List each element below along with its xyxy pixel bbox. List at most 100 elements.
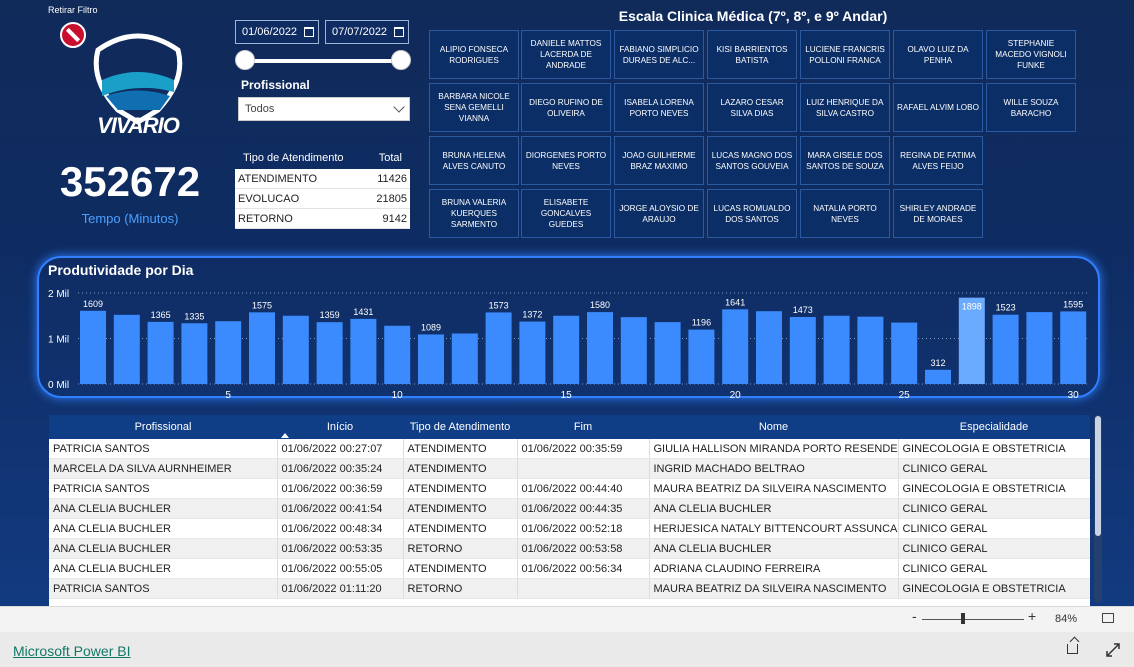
column-header-label: Especialidade [959, 421, 1029, 433]
bar-data-label: 1365 [151, 310, 171, 320]
column-header[interactable]: Especialidade [898, 415, 1090, 439]
table-cell: 01/06/2022 00:53:35 [277, 538, 404, 559]
bar-data-label: 1335 [184, 311, 204, 321]
table-row[interactable]: ANA CLELIA BUCHLER 01/06/2022 00:41:54 ATE… [49, 498, 1090, 519]
bar-data-label: 1573 [489, 300, 509, 310]
table-cell: 01/06/2022 00:27:07 [277, 439, 404, 459]
table-cell: ATENDIMENTO [403, 498, 518, 519]
table-cell: HERIJESICA NATALY BITTENCOURT ASSUNCAO [649, 518, 899, 539]
zoom-slider-thumb[interactable] [961, 613, 965, 624]
table-cell: ANA CLELIA BUCHLER [649, 498, 899, 519]
produtividade-chart: 0 Mil 1 Mil 2 Mil 1609 1365 1335 1575 1359 1431 1… [48, 289, 1090, 401]
table-row[interactable]: ANA CLELIA BUCHLER 01/06/2022 00:53:35 RET… [49, 538, 1090, 559]
bar-day-2 [113, 314, 140, 384]
table-cell: CLINICO GERAL [898, 538, 1090, 559]
bar-data-label: 1372 [522, 310, 542, 320]
table-cell: ADRIANA CLAUDINO FERREIRA [649, 558, 899, 579]
bar-day-5 [215, 321, 242, 384]
table-cell: CLINICO GERAL [898, 458, 1090, 479]
bar-day-19 [688, 329, 715, 384]
table-scroll-thumb[interactable] [1095, 416, 1101, 536]
expand-icon[interactable] [1106, 643, 1120, 657]
zoom-out-button[interactable]: - [912, 608, 917, 624]
table-cell: INGRID MACHADO BELTRAO [649, 458, 899, 479]
table-cell: CLINICO GERAL [898, 558, 1090, 579]
fit-to-page-icon[interactable] [1102, 613, 1114, 623]
column-header-label: Nome [758, 421, 789, 433]
bar-data-label: 1595 [1063, 299, 1083, 309]
bar-day-3 [147, 321, 174, 384]
table-cell: ANA CLELIA BUCHLER [49, 518, 278, 539]
bar-data-label: 1359 [320, 310, 340, 320]
table-cell: 01/06/2022 00:56:34 [517, 558, 650, 579]
table-cell: MAURA BEATRIZ DA SILVEIRA NASCIMENTO [649, 478, 899, 499]
table-row[interactable]: PATRICIA SANTOS 01/06/2022 01:11:20 RETORN… [49, 578, 1090, 599]
column-header[interactable]: Nome [649, 415, 898, 439]
x-tick-label: 30 [1068, 390, 1080, 401]
table-cell: 01/06/2022 00:35:59 [517, 439, 650, 459]
table-cell: PATRICIA SANTOS [49, 439, 278, 459]
table-cell: 01/06/2022 00:55:05 [277, 558, 404, 579]
bar-day-9 [350, 318, 377, 384]
table-cell: ANA CLELIA BUCHLER [49, 558, 278, 579]
bar-day-17 [620, 317, 647, 384]
bar-day-20 [722, 309, 749, 384]
powerbi-link[interactable]: Microsoft Power BI [13, 643, 130, 659]
bar-day-11 [418, 334, 444, 384]
bar-data-label: 1898 [962, 302, 982, 312]
table-row[interactable]: ANA CLELIA BUCHLER 01/06/2022 00:48:34 ATE… [49, 518, 1090, 539]
table-cell: ANA CLELIA BUCHLER [49, 498, 278, 519]
bar-data-label: 1523 [996, 303, 1016, 313]
x-tick-label: 20 [730, 390, 742, 401]
y-tick-label: 0 Mil [48, 380, 69, 391]
table-cell: RETORNO [403, 538, 518, 559]
bar-day-30 [1060, 311, 1087, 384]
table-cell: GINECOLOGIA E OBSTETRICIA [898, 439, 1090, 459]
column-header[interactable]: Profissional [49, 415, 277, 439]
sort-ascending-icon[interactable] [281, 433, 289, 438]
table-cell: 01/06/2022 01:11:20 [277, 578, 404, 599]
bar-data-label: 1641 [725, 297, 745, 307]
table-cell: MAURA BEATRIZ DA SILVEIRA NASCIMENTO [649, 578, 899, 599]
share-icon[interactable] [1067, 644, 1078, 654]
bar-day-24 [857, 316, 884, 384]
x-tick-label: 15 [561, 390, 573, 401]
bar-day-4 [181, 323, 208, 384]
table-row[interactable]: MARCELA DA SILVA AURNHEIMER 01/06/2022 00… [49, 458, 1090, 479]
column-header-label: Profissional [134, 421, 192, 433]
table-cell: GIULIA HALLISON MIRANDA PORTO RESENDE [649, 439, 899, 459]
table-cell: PATRICIA SANTOS [49, 478, 278, 499]
report-canvas: Retirar Filtro VIVARIO 352672 Tempo (Min… [0, 0, 1134, 606]
footer [0, 632, 1134, 667]
bar-day-21 [756, 311, 782, 384]
y-tick-label: 1 Mil [48, 335, 69, 346]
bar-day-15 [553, 315, 580, 384]
table-cell: PATRICIA SANTOS [49, 578, 278, 599]
table-cell: 01/06/2022 00:48:34 [277, 518, 404, 539]
bar-data-label: 1431 [353, 307, 373, 317]
bar-day-13 [485, 312, 512, 384]
bar-data-label: 1580 [590, 300, 610, 310]
table-cell: 01/06/2022 00:35:24 [277, 458, 404, 479]
table-cell: ATENDIMENTO [403, 458, 518, 479]
bar-data-label: 1473 [793, 305, 813, 315]
column-header[interactable]: Tipo de Atendimento [403, 415, 517, 439]
bar-day-25 [891, 322, 918, 384]
table-row[interactable]: ANA CLELIA BUCHLER 01/06/2022 00:55:05 ATE… [49, 558, 1090, 579]
table-cell [517, 458, 650, 479]
column-header-label: Tipo de Atendimento [409, 421, 511, 433]
zoom-slider-track[interactable] [922, 619, 1024, 620]
column-header[interactable]: Início [277, 415, 403, 439]
table-cell: CLINICO GERAL [898, 498, 1090, 519]
column-header[interactable]: Fim [517, 415, 649, 439]
bar-day-16 [587, 312, 613, 384]
bar-data-label: 1575 [252, 300, 272, 310]
table-cell: 01/06/2022 00:44:40 [517, 478, 650, 499]
bar-day-12 [451, 333, 478, 384]
table-row[interactable]: PATRICIA SANTOS 01/06/2022 00:27:07 ATENDI… [49, 439, 1090, 459]
table-cell: ATENDIMENTO [403, 518, 518, 539]
zoom-in-button[interactable]: + [1028, 608, 1036, 624]
bar-day-14 [519, 321, 546, 384]
table-row[interactable]: PATRICIA SANTOS 01/06/2022 00:36:59 ATENDI… [49, 478, 1090, 499]
x-tick-label: 10 [392, 390, 404, 401]
